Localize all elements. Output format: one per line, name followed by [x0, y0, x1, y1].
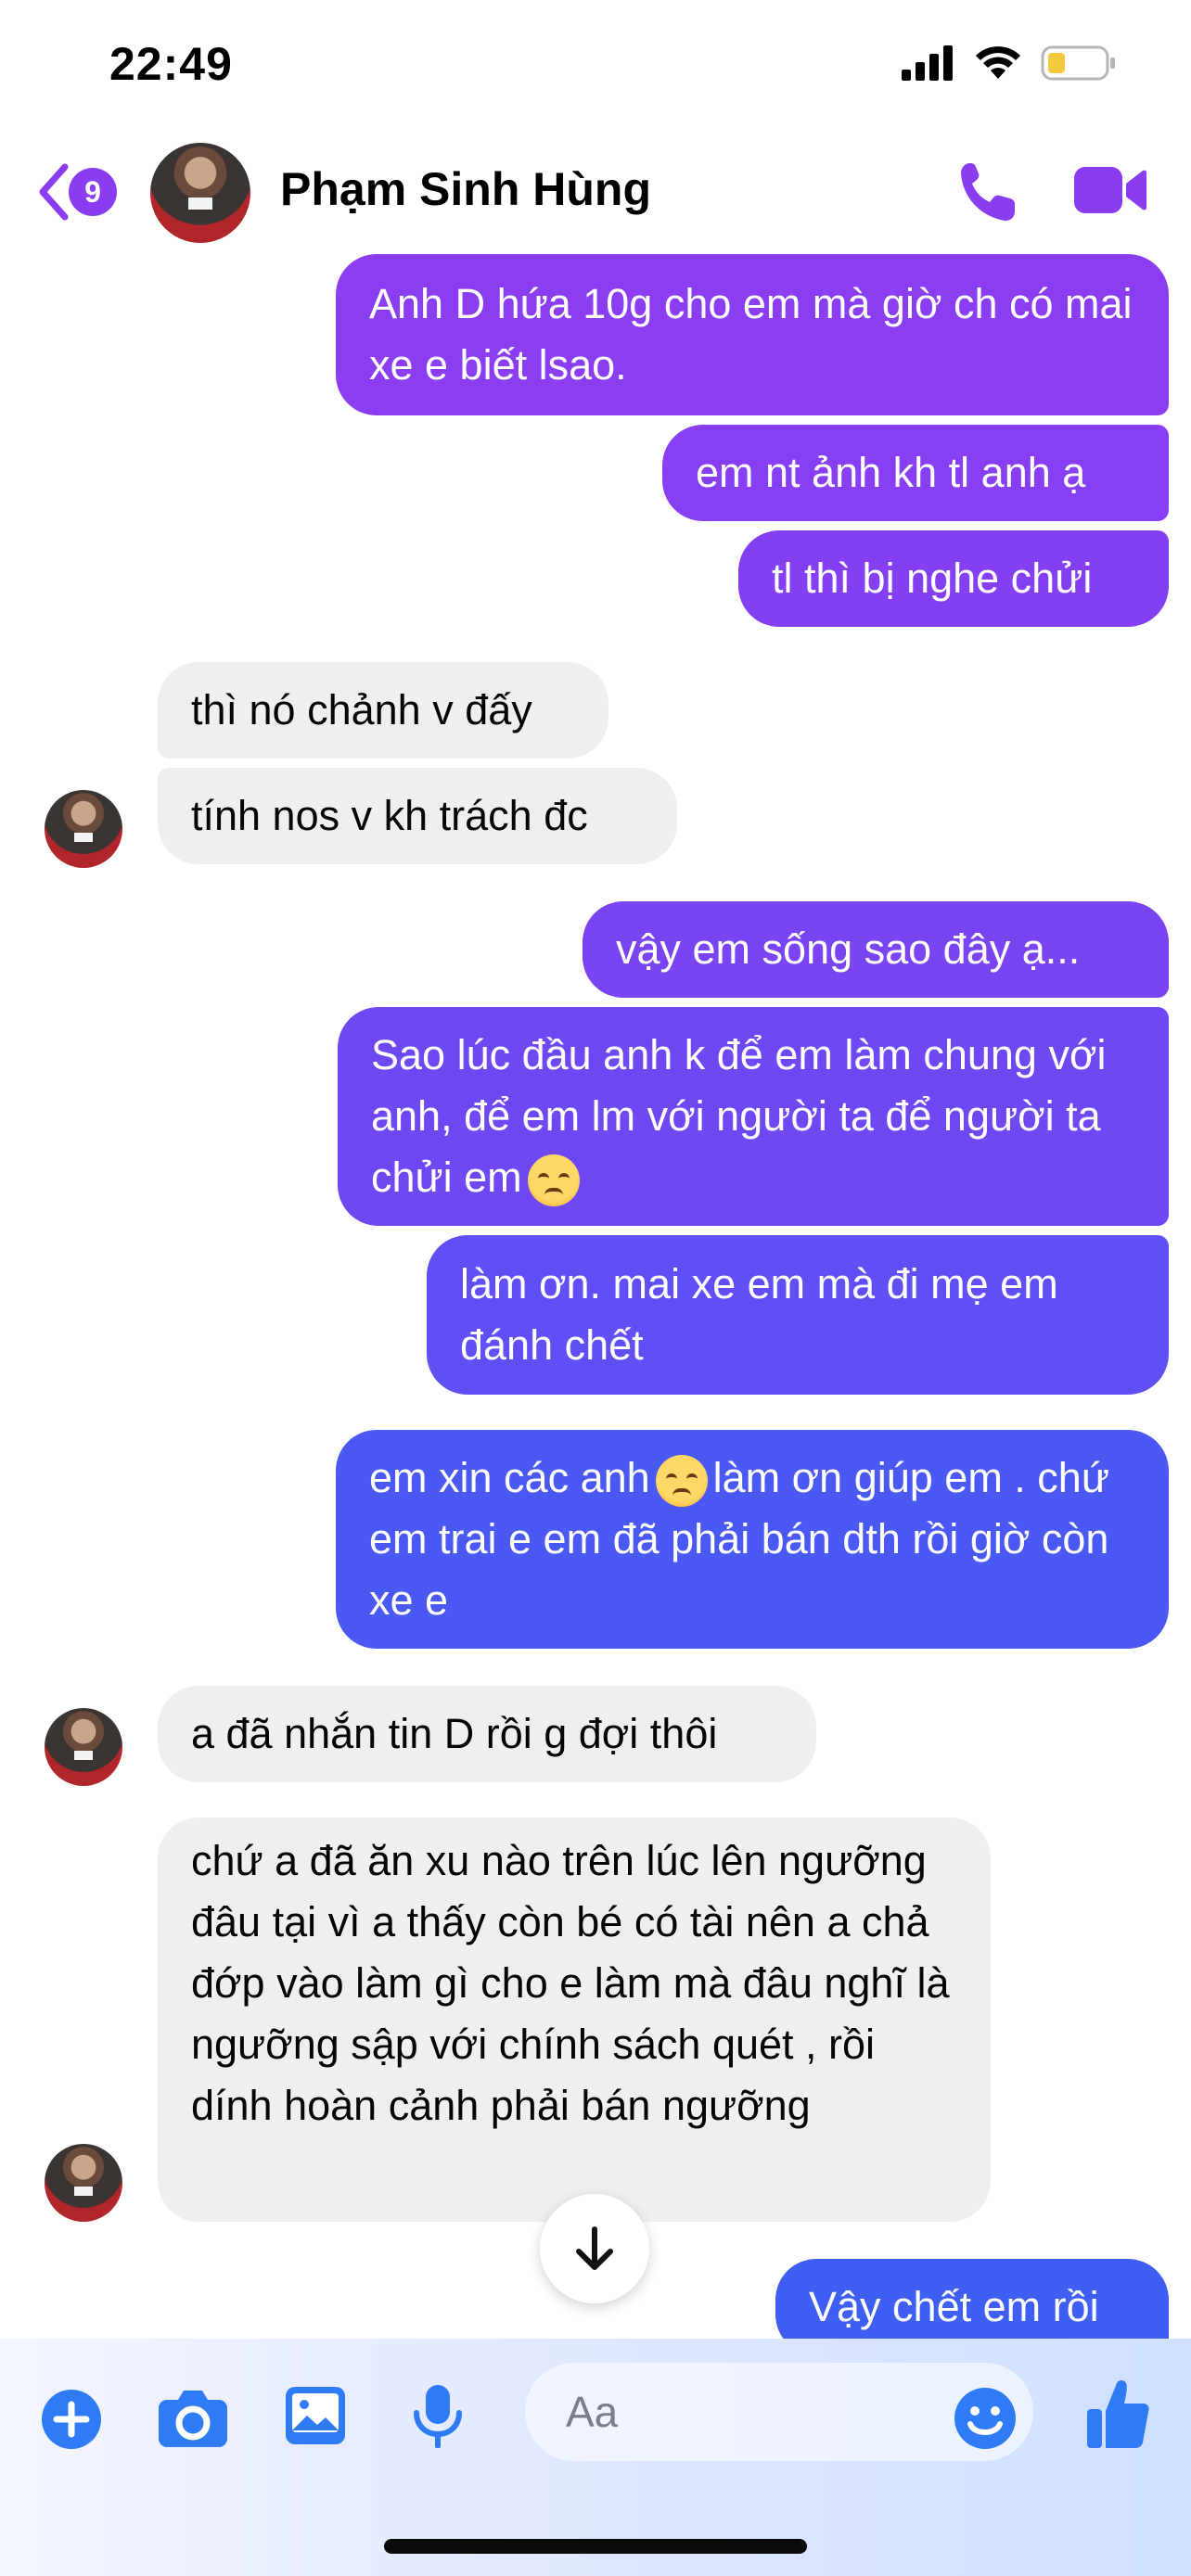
- message-text: vậy em sống sao đây ạ...: [616, 925, 1081, 973]
- chevron-left-icon: [39, 163, 69, 221]
- chat-header: 9 Phạm Sinh Hùng: [0, 139, 1191, 254]
- contact-avatar[interactable]: [150, 143, 250, 243]
- wifi-icon: [976, 46, 1020, 79]
- message-bubble-incoming[interactable]: a đã nhắn tin D rồi g đợi thôi: [158, 1686, 816, 1782]
- message-bubble-outgoing[interactable]: vậy em sống sao đây ạ...: [583, 901, 1169, 998]
- message-text: tính nos v kh trách đc: [191, 792, 588, 839]
- emoji-icon[interactable]: [954, 2387, 1017, 2450]
- home-indicator: [384, 2539, 807, 2554]
- message-bubble-incoming[interactable]: thì nó chảnh v đấy: [158, 662, 608, 759]
- contact-avatar-small[interactable]: [45, 2144, 122, 2222]
- message-bubble-outgoing[interactable]: em xin các anh làm ơn giúp em . chứ em tr…: [336, 1430, 1169, 1649]
- cellular-signal-icon: [902, 45, 953, 81]
- battery-icon: [1041, 45, 1115, 81]
- back-button[interactable]: 9: [35, 161, 117, 223]
- plus-icon[interactable]: [41, 2389, 102, 2450]
- message-bubble-outgoing[interactable]: em nt ảnh kh tl anh ạ: [662, 425, 1169, 521]
- message-text: Vậy chết em rồi: [809, 2283, 1099, 2330]
- message-bubble-incoming[interactable]: tính nos v kh trách đc: [158, 768, 677, 864]
- microphone-icon[interactable]: [410, 2383, 466, 2448]
- message-bubble-outgoing[interactable]: Anh D hứa 10g cho em mà giờ ch có mai xe…: [336, 254, 1169, 415]
- status-icons: [902, 45, 1117, 82]
- disappointed-face-icon: [527, 1154, 580, 1207]
- message-bubble-incoming[interactable]: chứ a đã ăn xu nào trên lúc lên ngưỡng đ…: [158, 1817, 991, 2222]
- thumbs-up-icon[interactable]: [1085, 2378, 1150, 2450]
- gallery-icon[interactable]: [284, 2385, 347, 2446]
- message-text: em xin các anh làm ơn giúp em . chứ em tr…: [369, 1454, 1109, 1624]
- status-bar: 22:49: [0, 0, 1191, 139]
- scroll-to-bottom-button[interactable]: [540, 2194, 649, 2303]
- contact-avatar-small[interactable]: [45, 1708, 122, 1786]
- contact-name[interactable]: Phạm Sinh Hùng: [280, 161, 651, 217]
- message-text: thì nó chảnh v đấy: [191, 686, 532, 733]
- message-text: Anh D hứa 10g cho em mà giờ ch có mai xe…: [369, 280, 1133, 389]
- contact-avatar-small[interactable]: [45, 790, 122, 868]
- camera-icon[interactable]: [158, 2389, 228, 2448]
- unread-count-badge: 9: [69, 168, 117, 216]
- message-input-placeholder: Aa: [566, 2388, 619, 2436]
- message-bubble-outgoing[interactable]: làm ơn. mai xe em mà đi mẹ em đánh chết: [427, 1235, 1169, 1395]
- message-text: em nt ảnh kh tl anh ạ: [696, 449, 1086, 496]
- message-text: a đã nhắn tin D rồi g đợi thôi: [191, 1710, 718, 1757]
- video-call-icon[interactable]: [1072, 163, 1146, 217]
- arrow-down-icon: [576, 2226, 613, 2270]
- message-text: chứ a đã ăn xu nào trên lúc lên ngưỡng đ…: [191, 1837, 950, 2129]
- message-text: tl thì bị nghe chửi: [772, 555, 1093, 602]
- message-text: Sao lúc đầu anh k để em làm chung với an…: [371, 1025, 1135, 1208]
- message-bubble-outgoing[interactable]: tl thì bị nghe chửi: [738, 530, 1169, 627]
- disappointed-face-icon: [655, 1455, 708, 1508]
- message-text: làm ơn. mai xe em mà đi mẹ em đánh chết: [460, 1260, 1058, 1369]
- message-bubble-outgoing[interactable]: Sao lúc đầu anh k để em làm chung với an…: [338, 1007, 1169, 1226]
- phone-call-icon[interactable]: [957, 159, 1018, 224]
- status-time: 22:49: [109, 38, 233, 90]
